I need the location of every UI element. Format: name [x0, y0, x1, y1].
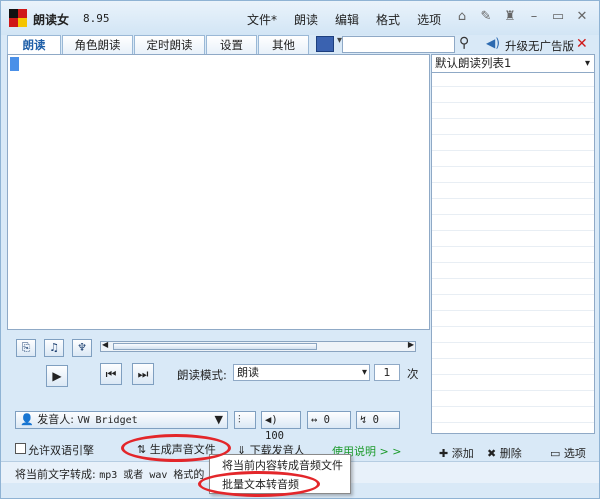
volume-button[interactable]: ◀) 100	[261, 411, 301, 442]
repeat-count-input[interactable]: 1	[374, 364, 400, 381]
search-icon[interactable]: ⚲	[459, 35, 469, 51]
volume-icon: ◀)	[265, 414, 278, 426]
menu-edit[interactable]: 编辑	[335, 11, 359, 28]
status-prefix: 将当前文字转成:	[15, 468, 96, 481]
list-add-label: 添加	[451, 447, 474, 460]
delete-icon: ✖	[487, 447, 500, 460]
tab-settings[interactable]: 设置	[206, 35, 257, 55]
tab-timed-read[interactable]: 定时朗读	[134, 35, 205, 55]
speed-value: 0	[323, 414, 330, 426]
list-options-button[interactable]: ▭ 选项	[550, 445, 586, 461]
list-delete-button[interactable]: ✖ 删除	[487, 445, 522, 461]
close-ad-icon[interactable]: ✕	[576, 36, 588, 52]
generate-audio-button[interactable]: ⇅ 生成声音文件	[137, 441, 216, 457]
import-text-button[interactable]: ⎘	[16, 339, 36, 357]
play-button[interactable]: ▶	[46, 365, 68, 387]
menu-item-batch-convert[interactable]: 批量文本转音频	[210, 476, 350, 494]
app-window: 朗读女 8.95 文件* 朗读 编辑 格式 选项 ⌂ ✎ ♜ – ▭ ✕ 朗读 …	[0, 0, 600, 499]
shirt-icon[interactable]: ♜	[503, 9, 517, 24]
microphone-button[interactable]: ♆	[72, 339, 92, 357]
progress-scrollbar[interactable]: ◀ ▶	[100, 340, 416, 352]
tab-bar: 朗读 角色朗读 定时朗读 设置 其他 ⚲ ◀) 升级无广告版 ✕	[1, 35, 599, 55]
status-text: 将当前文字转成: mp3 或者 wav 格式的	[15, 466, 204, 482]
skip-back-icon: ⏮	[105, 367, 117, 381]
picture-menu-icon[interactable]	[316, 35, 342, 52]
chevron-down-icon: ▾	[584, 58, 590, 69]
app-name: 朗读女	[33, 13, 70, 27]
window-controls: ⌂ ✎ ♜ – ▭ ✕	[455, 9, 589, 24]
play-icon: ▶	[52, 369, 62, 383]
options-icon: ▭	[550, 447, 564, 460]
speaker-icon[interactable]: ◀)	[486, 36, 500, 50]
voice-select[interactable]: 👤 发音人: VW Bridget ▼	[15, 411, 228, 429]
list-options-label: 选项	[563, 447, 586, 460]
list-add-button[interactable]: ✚ 添加	[439, 445, 474, 461]
equalizer-icon: ⫶	[238, 414, 241, 426]
music-icon: ♫	[49, 341, 59, 354]
search-input[interactable]	[342, 36, 455, 53]
reading-list-panel[interactable]: 默认朗读列表1 ▾	[431, 54, 595, 434]
voice-value: VW Bridget	[77, 415, 138, 426]
document-icon: ⎘	[21, 341, 31, 354]
scrollbar-thumb[interactable]	[113, 343, 317, 350]
read-mode-value: 朗读	[237, 366, 259, 379]
chevron-down-icon: ▾	[361, 367, 367, 378]
generate-audio-popup-menu: 将当前内容转成音频文件 批量文本转音频	[209, 454, 351, 494]
pitch-icon: ↯	[360, 414, 373, 426]
pitch-value: 0	[372, 414, 379, 426]
maximize-icon[interactable]: ▭	[551, 9, 565, 24]
text-caret	[10, 57, 19, 71]
reading-list-select[interactable]: 默认朗读列表1 ▾	[432, 55, 594, 73]
menu-read[interactable]: 朗读	[294, 11, 318, 28]
status-formats: mp3 或者 wav 格式	[99, 470, 194, 481]
bilingual-checkbox[interactable]	[15, 443, 26, 454]
minimize-icon[interactable]: –	[527, 9, 541, 24]
menu-item-convert-current[interactable]: 将当前内容转成音频文件	[210, 457, 350, 475]
generate-audio-label: 生成声音文件	[149, 443, 216, 456]
read-mode-select[interactable]: 朗读 ▾	[233, 364, 370, 381]
reading-list-select-value: 默认朗读列表1	[435, 56, 512, 70]
status-suffix: 的	[193, 468, 205, 481]
menu-format[interactable]: 格式	[376, 11, 400, 28]
close-icon[interactable]: ✕	[575, 9, 589, 24]
voice-label: 发音人:	[37, 413, 74, 426]
menu-bar: 文件* 朗读 编辑 格式 选项	[247, 11, 458, 28]
person-icon: 👤	[20, 413, 34, 426]
home-icon[interactable]: ⌂	[455, 9, 469, 24]
menu-file[interactable]: 文件*	[247, 11, 277, 28]
tool-icon[interactable]: ✎	[479, 9, 493, 24]
next-button[interactable]: ⏭	[132, 363, 154, 385]
speed-button[interactable]: ↔ 0	[307, 411, 351, 429]
list-delete-label: 删除	[499, 447, 522, 460]
scroll-left-icon[interactable]: ◀	[102, 340, 108, 349]
equalizer-button[interactable]: ⫶	[234, 411, 256, 429]
skip-forward-icon: ⏭	[137, 367, 149, 381]
text-editor[interactable]	[7, 54, 430, 330]
app-version: 8.95	[83, 12, 110, 25]
title-bar: 朗读女 8.95 文件* 朗读 编辑 格式 选项 ⌂ ✎ ♜ – ▭ ✕	[1, 1, 599, 35]
bilingual-label: 允许双语引擎	[28, 444, 94, 457]
tab-role-read[interactable]: 角色朗读	[62, 35, 133, 55]
repeat-count-unit: 次	[407, 367, 419, 381]
previous-button[interactable]: ⏮	[100, 363, 122, 385]
read-mode-label: 朗读模式:	[177, 368, 227, 382]
convert-icon: ⇅	[137, 443, 150, 456]
plus-icon: ✚	[439, 447, 452, 460]
volume-value: 100	[265, 430, 284, 442]
upgrade-link[interactable]: 升级无广告版	[505, 38, 574, 54]
music-button[interactable]: ♫	[44, 339, 64, 357]
chevron-down-icon: ▼	[214, 413, 223, 426]
microphone-icon: ♆	[77, 341, 87, 354]
scroll-right-icon[interactable]: ▶	[408, 340, 414, 349]
tab-read[interactable]: 朗读	[7, 35, 61, 55]
menu-options[interactable]: 选项	[417, 11, 441, 28]
speed-icon: ↔	[311, 414, 324, 426]
pitch-button[interactable]: ↯ 0	[356, 411, 400, 429]
app-logo-icon	[9, 9, 27, 27]
tab-other[interactable]: 其他	[258, 35, 309, 55]
